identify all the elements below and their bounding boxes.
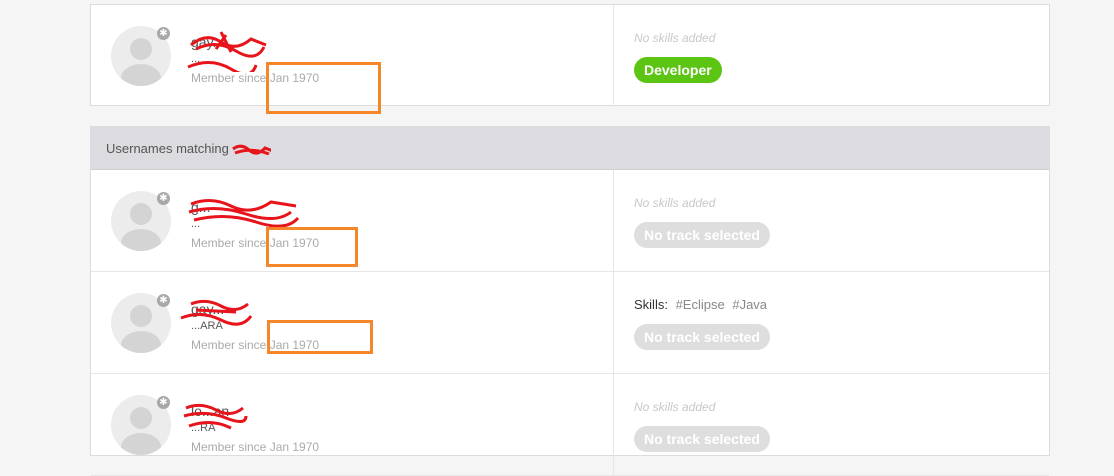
no-skills-text: No skills added [634,400,716,414]
skills-label: Skills: [634,297,668,312]
list-item[interactable]: ✱ g... ... Member since Jan 1970 No skil… [91,170,1049,272]
user-skills: Skills: #Eclipse #Java No track selected [614,272,1049,373]
skill-tag[interactable]: #Java [732,297,767,312]
highlight-box [266,227,358,267]
list-item[interactable]: ✱ gay... ...ARA Member since Jan 1970 Sk… [91,272,1049,374]
list-header: Usernames matching [91,127,1049,170]
track-badge[interactable]: No track selected [634,426,770,452]
full-name: ...RA [191,422,216,434]
list-item[interactable]: ✱ lo...an ...RA Member since Jan 1970 No… [91,374,1049,476]
list-header-label: Usernames matching [106,140,229,156]
highlight-box [266,62,381,114]
full-name: ... [191,218,201,230]
highlight-box [267,320,373,354]
member-since: Member since Jan 1970 [191,440,320,454]
username[interactable]: lo...an [191,403,229,419]
no-skills-text: No skills added [634,31,716,45]
user-row[interactable]: ✱ gay... ... Member since Jan 1970 No sk… [91,5,1049,114]
settings-gear-icon[interactable]: ✱ [157,396,170,409]
user-card: ✱ gay... ... Member since Jan 1970 No sk… [90,4,1050,114]
username[interactable]: g... [191,199,210,215]
skill-tag[interactable]: #Eclipse [676,297,725,312]
user-info: ✱ gay... ...ARA Member since Jan 1970 [91,272,614,373]
usernames-matching-card: Usernames matching ✱ g... ... Member sin… [90,126,1050,476]
settings-gear-icon[interactable]: ✱ [157,27,170,40]
track-badge[interactable]: No track selected [634,222,770,248]
user-skills: No skills added No track selected [614,374,1049,475]
user-skills: No skills added No track selected [614,170,1049,271]
skills-list: Skills: #Eclipse #Java [634,297,767,312]
username[interactable]: gay... [191,301,224,317]
full-name: ...ARA [191,320,223,332]
username[interactable]: gay... [191,34,224,50]
track-badge[interactable]: No track selected [634,324,770,350]
track-badge[interactable]: Developer [634,57,722,83]
settings-gear-icon[interactable]: ✱ [157,294,170,307]
user-skills: No skills added Developer [614,5,1049,106]
user-info: ✱ g... ... Member since Jan 1970 [91,170,614,271]
user-info: ✱ gay... ... Member since Jan 1970 [91,5,614,114]
no-skills-text: No skills added [634,196,716,210]
full-name: ... [191,53,201,65]
user-info: ✱ lo...an ...RA Member since Jan 1970 [91,374,614,475]
redaction-scribble [231,144,271,155]
settings-gear-icon[interactable]: ✱ [157,192,170,205]
